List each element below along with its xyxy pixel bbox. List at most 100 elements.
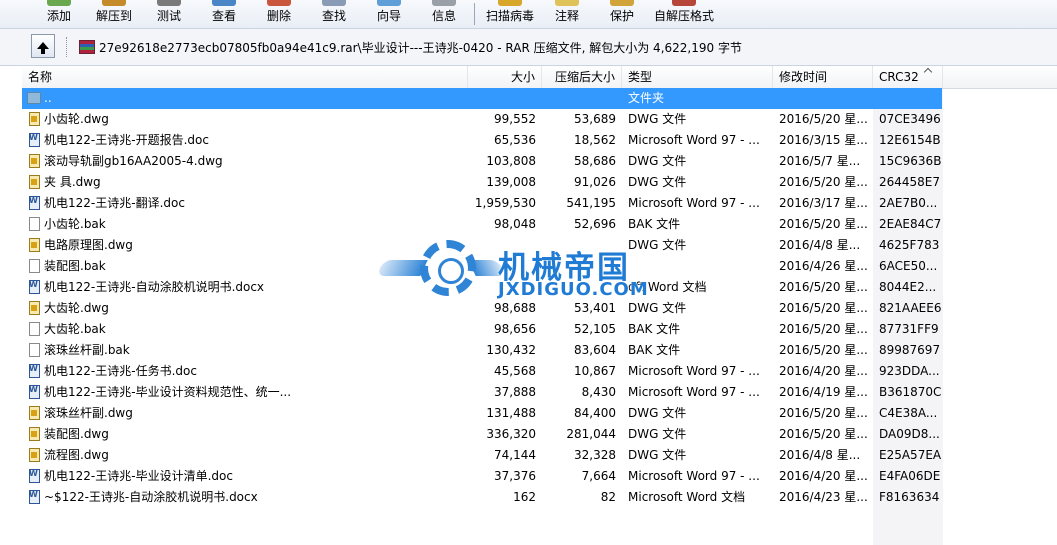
- comment-button[interactable]: 注释: [548, 0, 586, 28]
- folder-up-file-icon: [27, 92, 41, 104]
- file-packed-size: 18,562: [574, 133, 616, 147]
- file-crc: E4FA06DE: [879, 469, 941, 483]
- file-row[interactable]: 夹 具.dwg 139,008 91,026 DWG 文件 2016/5/20 星...…: [22, 172, 1057, 193]
- file-packed-size: 541,195: [566, 196, 616, 210]
- file-type: 文件夹: [628, 91, 665, 105]
- file-size: 103,808: [486, 154, 536, 168]
- file-row[interactable]: ~$122-王诗兆-自动涂胶机说明书.docx 162 82 Microsoft Wo…: [22, 487, 1057, 508]
- file-crc: DA09D8...: [879, 427, 940, 441]
- file-row[interactable]: 滚动导轨副gb16AA2005-4.dwg 103,808 58,686 DWG 文件…: [22, 151, 1057, 172]
- file-row[interactable]: 机电122-王诗兆-开题报告.doc 65,536 18,562 Microsoft …: [22, 130, 1057, 151]
- file-size: 139,008: [486, 175, 536, 189]
- file-packed-size: 53,689: [574, 112, 616, 126]
- file-row[interactable]: 机电122-王诗兆-自动涂胶机说明书.docx oft Word 文档 2016/5…: [22, 277, 1057, 298]
- file-row[interactable]: 装配图.bak 2016/4/26 星... 6ACE50...: [22, 256, 1057, 277]
- info-button-label: 信息: [431, 9, 456, 23]
- file-row[interactable]: 滚珠丝杆副.bak 130,432 83,604 BAK 文件 2016/5/20 星.…: [22, 340, 1057, 361]
- file-type: DWG 文件: [628, 154, 687, 168]
- file-row[interactable]: 机电122-王诗兆-毕业设计资料规范性、统一... 37,888 8,430 Micr…: [22, 382, 1057, 403]
- column-header-type[interactable]: 类型: [622, 66, 773, 88]
- file-crc: 821AAEE6: [879, 301, 942, 315]
- info-button[interactable]: 信息: [425, 0, 463, 28]
- file-type: DWG 文件: [628, 448, 687, 462]
- file-crc: C4E38A...: [879, 406, 938, 420]
- file-name: 夹 具.dwg: [44, 175, 101, 189]
- dwg-file-icon: [29, 175, 40, 189]
- file-crc: 4625F783: [879, 238, 940, 252]
- up-folder-button[interactable]: [31, 34, 55, 58]
- file-modified: 2016/4/23 星...: [779, 490, 868, 504]
- test-button[interactable]: 测试: [150, 0, 188, 28]
- file-modified: 2016/3/17 星...: [779, 196, 868, 210]
- file-name: 机电122-王诗兆-开题报告.doc: [44, 133, 209, 147]
- virus-scan-button[interactable]: 扫描病毒: [483, 0, 537, 28]
- protect-button[interactable]: 保护: [603, 0, 641, 28]
- bak-file-icon: [29, 343, 40, 357]
- file-packed-size: 8,430: [581, 385, 616, 399]
- file-name: ..: [44, 91, 52, 105]
- file-row[interactable]: 小齿轮.bak 98,048 52,696 BAK 文件 2016/5/20 星... 2…: [22, 214, 1057, 235]
- file-size: [468, 235, 536, 256]
- file-row[interactable]: 机电122-王诗兆-任务书.doc 45,568 10,867 Microsoft W…: [22, 361, 1057, 382]
- file-row[interactable]: 装配图.dwg 336,320 281,044 DWG 文件 2016/5/20 星..…: [22, 424, 1057, 445]
- file-size: 336,320: [486, 427, 536, 441]
- file-size: [468, 88, 536, 109]
- doc-file-icon: [29, 278, 40, 294]
- file-modified: 2016/5/20 星...: [779, 301, 868, 315]
- file-row[interactable]: 小齿轮.dwg 99,552 53,689 DWG 文件 2016/5/20 星... 0…: [22, 109, 1057, 130]
- file-type: Microsoft Word 97 - ...: [628, 385, 760, 399]
- delete-button[interactable]: 删除: [260, 0, 298, 28]
- file-name: 机电122-王诗兆-毕业设计清单.doc: [44, 469, 233, 483]
- file-type: DWG 文件: [628, 175, 687, 189]
- view-icon: [212, 0, 236, 6]
- file-modified: 2016/4/20 星...: [779, 364, 868, 378]
- column-header-packed[interactable]: 压缩后大小: [542, 66, 622, 88]
- view-button[interactable]: 查看: [205, 0, 243, 28]
- wizard-button-label: 向导: [376, 9, 401, 23]
- file-name: 装配图.dwg: [44, 427, 109, 441]
- add-button[interactable]: 添加: [40, 0, 78, 28]
- add-button-label: 添加: [46, 9, 71, 23]
- archive-path[interactable]: 27e92618e2773ecb07805fb0a94e41c9.rar\毕业设…: [99, 39, 742, 56]
- file-type: DWG 文件: [628, 427, 687, 441]
- file-name: 小齿轮.dwg: [44, 112, 109, 126]
- extract-button[interactable]: 解压到: [92, 0, 136, 28]
- file-crc: 12E6154B: [879, 133, 941, 147]
- sfx-button[interactable]: 自解压格式: [652, 0, 716, 28]
- file-type: BAK 文件: [628, 343, 681, 357]
- file-row[interactable]: 大齿轮.bak 98,656 52,105 BAK 文件 2016/5/20 星... 8…: [22, 319, 1057, 340]
- find-icon: [322, 0, 346, 6]
- file-modified: 2016/4/8 星...: [779, 448, 861, 462]
- file-row[interactable]: 流程图.dwg 74,144 32,328 DWG 文件 2016/4/8 星... E2…: [22, 445, 1057, 466]
- file-packed-size: 91,026: [574, 175, 616, 189]
- file-list[interactable]: 名称 大小 压缩后大小 类型 修改时间 CRC32 .. 文件夹小齿轮.dwg 99…: [22, 66, 1057, 545]
- file-size: 162: [513, 490, 536, 504]
- file-modified: 2016/3/15 星...: [779, 133, 868, 147]
- find-button-label: 查找: [321, 9, 346, 23]
- find-button[interactable]: 查找: [315, 0, 353, 28]
- wizard-button[interactable]: 向导: [370, 0, 408, 28]
- list-header: 名称 大小 压缩后大小 类型 修改时间 CRC32: [22, 66, 1057, 89]
- column-header-size[interactable]: 大小: [468, 66, 542, 88]
- column-header-crc[interactable]: CRC32: [873, 66, 943, 88]
- file-modified: 2016/5/20 星...: [779, 175, 868, 189]
- file-crc: B361870C: [879, 385, 942, 399]
- file-row[interactable]: 电路原理图.dwg DWG 文件 2016/4/8 星... 4625F783: [22, 235, 1057, 256]
- file-row[interactable]: 机电122-王诗兆-翻译.doc 1,959,530 541,195 Microsof…: [22, 193, 1057, 214]
- parent-folder-row[interactable]: .. 文件夹: [22, 88, 1057, 109]
- file-packed-size: 58,686: [574, 154, 616, 168]
- column-header-modified[interactable]: 修改时间: [773, 66, 873, 88]
- file-row[interactable]: 机电122-王诗兆-毕业设计清单.doc 37,376 7,664 Microsoft…: [22, 466, 1057, 487]
- file-type: Microsoft Word 文档: [628, 490, 746, 504]
- file-crc: [879, 88, 943, 109]
- doc-file-icon: [29, 131, 40, 147]
- file-packed-size: 83,604: [574, 343, 616, 357]
- file-crc: 15C9636B: [879, 154, 942, 168]
- file-type: BAK 文件: [628, 217, 681, 231]
- file-modified: 2016/5/20 星...: [779, 427, 868, 441]
- up-arrow-icon: [37, 41, 49, 54]
- column-header-name[interactable]: 名称: [22, 66, 468, 88]
- sfx-button-label: 自解压格式: [653, 9, 714, 23]
- file-row[interactable]: 滚珠丝杆副.dwg 131,488 84,400 DWG 文件 2016/5/20 星.…: [22, 403, 1057, 424]
- file-row[interactable]: 大齿轮.dwg 98,688 53,401 DWG 文件 2016/5/20 星... 8…: [22, 298, 1057, 319]
